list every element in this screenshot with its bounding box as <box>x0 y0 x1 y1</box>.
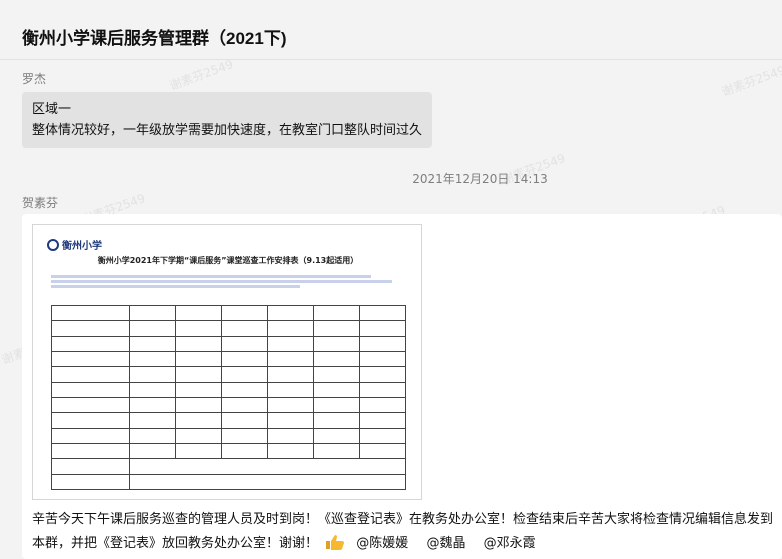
logo-text: 衡州小学 <box>62 241 102 252</box>
school-seal-icon <box>47 238 59 251</box>
document-table <box>51 304 407 491</box>
message-line: 整体情况较好，一年级放学需要加快速度，在教室门口整队时间过久 <box>32 123 423 138</box>
mention[interactable]: @邓永霞 <box>484 536 536 551</box>
mention[interactable]: @陈媛媛 <box>356 536 408 551</box>
message-sender[interactable]: 贺素芬 <box>22 194 58 211</box>
mention[interactable]: @魏晶 <box>426 536 465 551</box>
image-attachment[interactable]: 衡州小学 衡州小学2021年下学期“课后服务”课堂巡查工作安排表（9.13起适用… <box>32 224 422 500</box>
school-logo: 衡州小学 <box>47 237 102 252</box>
thumbs-up-emoji-icon <box>326 535 345 550</box>
message-sender[interactable]: 罗杰 <box>22 70 46 87</box>
message-bubble[interactable]: 衡州小学 衡州小学2021年下学期“课后服务”课堂巡查工作安排表（9.13起适用… <box>22 214 782 559</box>
document-title: 衡州小学2021年下学期“课后服务”课堂巡查工作安排表（9.13起适用） <box>97 256 359 265</box>
watermark: 谢素芬2549 <box>719 63 782 99</box>
watermark: 谢素芬2549 <box>167 57 236 93</box>
message-timestamp: 2021年12月20日 14:13 <box>412 172 548 186</box>
message-line: 区域一 <box>32 102 72 117</box>
chat-title[interactable]: 衡州小学课后服务管理群（2021下) <box>22 24 286 49</box>
document-notes-placeholder <box>51 273 406 290</box>
message-text-block: 辛苦今天下午课后服务巡查的管理人员及时到岗！《巡查登记表》在教务处办公室！检查结… <box>32 508 777 556</box>
message-bubble[interactable]: 区域一 整体情况较好，一年级放学需要加快速度，在教室门口整队时间过久 <box>22 92 432 148</box>
chat-header: 衡州小学课后服务管理群（2021下) <box>0 0 782 60</box>
